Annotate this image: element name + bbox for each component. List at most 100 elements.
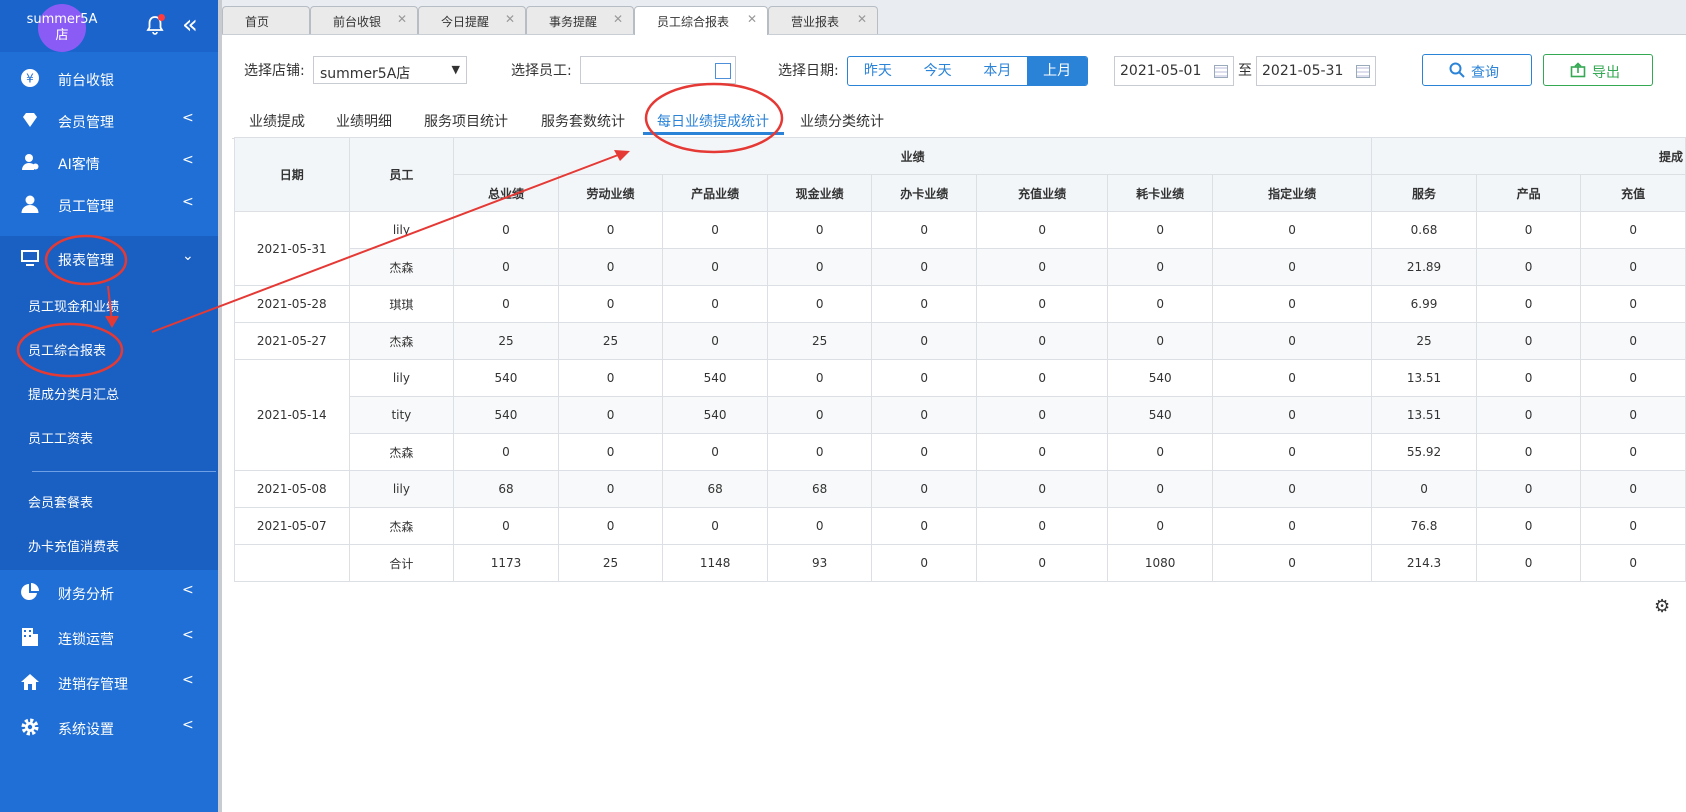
cell-value: 68 [662, 470, 768, 508]
nav-item-inventory[interactable]: 进销存管理 < [0, 660, 218, 704]
export-button[interactable]: 导出 [1543, 54, 1653, 86]
subtab-perf-detail[interactable]: 业绩明细 [336, 111, 392, 131]
pie-icon [21, 583, 39, 600]
subtab-service-sets[interactable]: 服务套数统计 [541, 111, 625, 131]
nav-item-members[interactable]: 会员管理 < [0, 98, 218, 142]
collapse-sidebar-icon[interactable]: « [182, 10, 198, 40]
store-select[interactable]: summer5A店 ▼ [313, 56, 467, 84]
cell-value: 0 [871, 285, 977, 323]
table-row: tity 540 0 540 0 0 0 540 0 13.51 0 0 [235, 396, 1686, 434]
cell-value: 0 [975, 285, 1109, 323]
cell-employee: lily [348, 470, 455, 508]
nav-label: AI客情 [58, 157, 100, 173]
header-employee: 员工 [348, 137, 455, 212]
subtab-service-items[interactable]: 服务项目统计 [424, 111, 508, 131]
nav-label: 财务分析 [58, 587, 114, 603]
date-option-today[interactable]: 今天 [908, 57, 968, 85]
tab-label: 前台收银 [333, 15, 382, 29]
subtab-perf-commission[interactable]: 业绩提成 [249, 111, 305, 131]
nav-item-cashier[interactable]: ¥ 前台收银 [0, 56, 218, 100]
close-icon[interactable]: ✕ [613, 12, 623, 26]
nav-item-chain[interactable]: 连锁运营 < [0, 615, 218, 659]
sub-item-label: 提成分类月汇总 [28, 388, 120, 403]
sidebar: summer5A店 « ¥ 前台收银 会员管理 < AI客情 < 员工管理 < … [0, 0, 218, 812]
calendar-icon[interactable] [1356, 65, 1370, 78]
subtab-daily-commission[interactable]: 每日业绩提成统计 [657, 111, 769, 131]
user-icon [21, 195, 39, 213]
sub-item-label: 办卡充值消费表 [28, 540, 120, 555]
close-icon[interactable]: ✕ [857, 12, 867, 26]
tab-label: 营业报表 [791, 15, 840, 29]
cell-value: 0 [766, 359, 873, 397]
table-row: 2021-05-28 琪琪 0 0 0 0 0 0 0 0 6.99 0 0 [234, 285, 1686, 323]
subtab-perf-category[interactable]: 业绩分类统计 [800, 111, 884, 131]
chevron-down-icon: ⌄ [182, 248, 194, 264]
caret-down-icon: ▼ [451, 63, 460, 76]
employee-input[interactable] [580, 56, 736, 84]
search-icon [1449, 62, 1465, 78]
sub-item-card-recharge[interactable]: 办卡充值消费表 [0, 522, 218, 566]
column-header: 指定业绩 [1211, 174, 1373, 212]
cell-total-value: 0 [871, 544, 977, 582]
cell-value: 0 [1107, 433, 1213, 471]
cell-value: 0 [1475, 470, 1582, 508]
nav-item-staff[interactable]: 员工管理 < [0, 182, 218, 226]
cell-value: 0 [975, 211, 1109, 249]
tab-today-reminder[interactable]: 今日提醒 ✕ [418, 6, 526, 34]
date-option-this-month[interactable]: 本月 [968, 57, 1028, 85]
tab-affairs[interactable]: 事务提醒 ✕ [526, 6, 634, 34]
cell-total-value: 1080 [1107, 544, 1213, 582]
date-option-yesterday[interactable]: 昨天 [848, 57, 908, 85]
daily-commission-table: 日期 员工 业绩 提成 总业绩 劳动业绩 产品业绩 现金业绩 办卡业绩 充值业绩 耗卡业绩指… [234, 137, 1686, 582]
building-icon [22, 628, 38, 646]
column-header: 劳动业绩 [557, 174, 664, 212]
store-value: summer5A店 [320, 66, 411, 82]
chevron-left-icon: < [182, 627, 194, 643]
cell-value: 0 [1580, 322, 1686, 360]
date-to-field[interactable]: 2021-05-31 [1256, 56, 1376, 86]
sub-item-cash-perf[interactable]: 员工现金和业绩 [0, 282, 218, 326]
date-option-last-month[interactable]: 上月 [1027, 57, 1087, 85]
sub-item-member-package[interactable]: 会员套餐表 [0, 478, 218, 522]
cell-value: 0 [975, 359, 1109, 397]
cell-value: 0 [557, 359, 664, 397]
total-row: 合计 1173 25 1148 93 0 0 1080 0 214.3 0 0 [234, 544, 1686, 582]
cell-value: 0 [453, 248, 559, 286]
cell-value: 6.99 [1371, 285, 1477, 323]
close-icon[interactable]: ✕ [397, 12, 407, 26]
home-icon [21, 674, 39, 690]
nav-item-reports[interactable]: 报表管理 ⌄ [0, 236, 218, 280]
column-header: 产品业绩 [662, 174, 768, 212]
sub-item-commission-month[interactable]: 提成分类月汇总 [0, 370, 218, 414]
column-header: 充值业绩 [975, 174, 1109, 212]
tab-cashier[interactable]: 前台收银 ✕ [310, 6, 418, 34]
calendar-icon[interactable] [1214, 65, 1228, 78]
nav-item-settings[interactable]: 系统设置 < [0, 705, 218, 749]
store-avatar[interactable]: summer5A店 [27, 4, 97, 52]
cell-value: 25 [1371, 322, 1477, 360]
cell-value: 0 [1211, 211, 1373, 249]
tab-staff-report[interactable]: 员工综合报表 ✕ [634, 6, 768, 35]
date-from-field[interactable]: 2021-05-01 [1114, 56, 1234, 86]
tab-home[interactable]: 首页 [222, 6, 310, 34]
cell-value: 0 [662, 211, 768, 249]
table-row: 2021-05-31 lily 0 0 0 0 0 0 0 0 0.68 0 0 [234, 211, 1686, 286]
cell-employee: 杰森 [348, 322, 455, 360]
cell-value: 21.89 [1371, 248, 1477, 286]
nav-item-finance[interactable]: 财务分析 < [0, 570, 218, 614]
picker-icon[interactable] [715, 63, 731, 79]
date-separator: 至 [1238, 63, 1252, 79]
sub-item-staff-report[interactable]: 员工综合报表 [0, 326, 218, 370]
cell-value: 0 [557, 470, 664, 508]
cell-value: 0 [557, 433, 664, 471]
cell-value: 0 [766, 285, 873, 323]
chevron-left-icon: < [182, 110, 194, 126]
tab-business-report[interactable]: 营业报表 ✕ [768, 6, 878, 34]
query-button[interactable]: 查询 [1422, 54, 1532, 86]
close-icon[interactable]: ✕ [505, 12, 515, 26]
table-settings-gear-icon[interactable]: ⚙ [1654, 596, 1670, 617]
nav-item-ai[interactable]: AI客情 < [0, 140, 218, 184]
sub-item-payroll[interactable]: 员工工资表 [0, 414, 218, 458]
cell-value: 0 [453, 433, 559, 471]
close-icon[interactable]: ✕ [747, 12, 757, 26]
